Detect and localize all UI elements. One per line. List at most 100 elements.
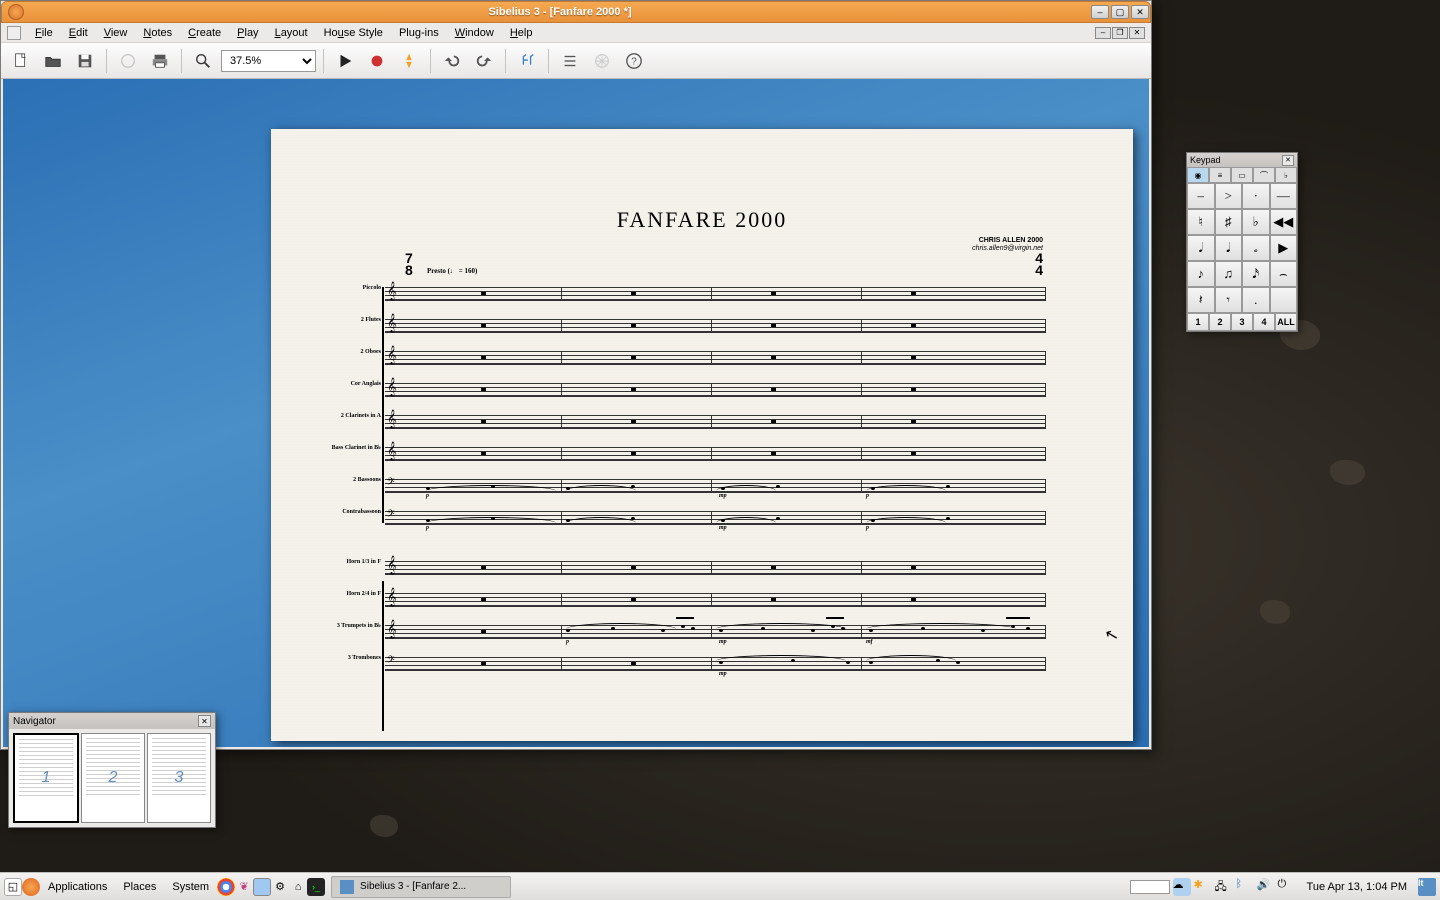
properties-button[interactable] <box>556 47 584 75</box>
panel-applications[interactable]: Applications <box>40 878 115 896</box>
staff-contrabassoon[interactable]: Contrabassoon𝄢 pmpp <box>331 503 1045 535</box>
keypad-tab-4[interactable]: ⌒ <box>1253 167 1275 182</box>
staff-piccolo[interactable]: Piccolo𝄞 <box>331 279 1045 311</box>
keypad-tie-button[interactable]: — <box>1270 183 1298 209</box>
menu-view[interactable]: View <box>96 25 136 41</box>
staff-bassoons[interactable]: 2 Bassoons𝄢 pmpp <box>331 471 1045 503</box>
keypad-flat-button[interactable]: ♭ <box>1242 209 1270 235</box>
keypad-tab-1[interactable]: ◉ <box>1187 167 1209 182</box>
maximize-button[interactable]: ▢ <box>1111 5 1129 19</box>
keypad-voice-all-button[interactable]: ALL <box>1275 313 1297 331</box>
keypad-rewind-button[interactable]: ◀◀ <box>1270 209 1298 235</box>
navigator-panel[interactable]: Navigator ✕ 1 2 3 <box>8 712 216 828</box>
menu-plugins[interactable]: Plug-ins <box>391 25 447 41</box>
close-button[interactable]: ✕ <box>1131 5 1149 19</box>
menu-help[interactable]: Help <box>502 25 541 41</box>
staff-cor-anglais[interactable]: Cor Anglais𝄞 <box>331 375 1045 407</box>
keypad-tenuto-button[interactable]: – <box>1187 183 1215 209</box>
tray-weather-icon[interactable]: ☁ <box>1173 878 1191 896</box>
tray-volume-icon[interactable]: 🔊 <box>1257 878 1275 896</box>
keypad-play-button[interactable]: ▶ <box>1270 235 1298 261</box>
terminal-launcher-icon[interactable]: ›_ <box>307 878 325 896</box>
help-button[interactable]: ? <box>620 47 648 75</box>
tray-user-icon[interactable]: It <box>1418 878 1436 896</box>
keypad-blank-button[interactable] <box>1270 287 1298 313</box>
keypad-whole-note-button[interactable]: 𝅗 <box>1242 235 1270 261</box>
show-desktop-icon[interactable]: ◱ <box>4 878 22 896</box>
keypad-accent-button[interactable]: > <box>1215 183 1243 209</box>
staff-trombones[interactable]: 3 Trombones𝄢 mp <box>331 649 1045 681</box>
menu-layout[interactable]: Layout <box>267 25 316 41</box>
score-page[interactable]: FANFARE 2000 CHRIS ALLEN 2000 chris.alle… <box>271 129 1133 741</box>
keypad-quarter-note-button[interactable]: 𝅘𝅥 <box>1187 235 1215 261</box>
staff-oboes[interactable]: 2 Oboes𝄞 <box>331 343 1045 375</box>
keypad-tab-2[interactable]: ≡ <box>1209 167 1231 182</box>
navigator-titlebar[interactable]: Navigator ✕ <box>9 713 215 729</box>
keypad-voice-3-button[interactable]: 3 <box>1231 313 1253 331</box>
panel-clock[interactable]: Tue Apr 13, 1:04 PM <box>1299 881 1415 893</box>
tray-power-icon[interactable]: ⏻ <box>1278 878 1296 896</box>
print-button[interactable] <box>146 47 174 75</box>
menu-file[interactable]: File <box>27 25 61 41</box>
record-button[interactable] <box>363 47 391 75</box>
save-button[interactable] <box>71 47 99 75</box>
menu-create[interactable]: Create <box>180 25 229 41</box>
export-button[interactable] <box>114 47 142 75</box>
open-button[interactable] <box>39 47 67 75</box>
tray-input-icon[interactable] <box>1130 880 1170 894</box>
wine-launcher-icon[interactable]: ❦ <box>235 878 253 896</box>
keypad-close-button[interactable]: ✕ <box>1282 155 1294 166</box>
keypad-panel[interactable]: Keypad ✕ ◉ ≡ ▭ ⌒ ♭ – > · — ♮ ♯ ♭ ◀◀ 𝅘𝅥 𝅘… <box>1186 152 1298 332</box>
menu-edit[interactable]: Edit <box>61 25 96 41</box>
chrome-launcher-icon[interactable] <box>217 878 235 896</box>
staff-horn24[interactable]: Horn 2/4 in F𝄞 <box>331 585 1045 617</box>
keypad-rest1-button[interactable]: 𝄽 <box>1187 287 1215 313</box>
undo-button[interactable] <box>438 47 466 75</box>
mdi-restore-button[interactable]: ❐ <box>1112 27 1128 39</box>
mdi-document-icon[interactable] <box>7 26 21 40</box>
navigator-page-1[interactable]: 1 <box>13 733 79 823</box>
staff-clarinets[interactable]: 2 Clarinets in A𝄞 <box>331 407 1045 439</box>
menu-window[interactable]: Window <box>447 25 502 41</box>
workspace-switcher-icon[interactable] <box>253 878 271 896</box>
menu-notes[interactable]: Notes <box>135 25 180 41</box>
flexi-time-button[interactable] <box>395 47 423 75</box>
navigator-page-3[interactable]: 3 <box>147 733 211 823</box>
staff-trumpets[interactable]: 3 Trumpets in B♭𝄞 pmpmf <box>331 617 1045 649</box>
staff-bass-clarinet[interactable]: Bass Clarinet in B♭𝄞 <box>331 439 1045 471</box>
keypad-rest2-button[interactable]: 𝄾 <box>1215 287 1243 313</box>
mdi-close-button[interactable]: ✕ <box>1129 27 1145 39</box>
keypad-natural-button[interactable]: ♮ <box>1187 209 1215 235</box>
keypad-dot-button[interactable]: . <box>1242 287 1270 313</box>
keypad-voice-4-button[interactable]: 4 <box>1253 313 1275 331</box>
keypad-tab-3[interactable]: ▭ <box>1231 167 1253 182</box>
taskbar-item-sibelius[interactable]: Sibelius 3 - [Fanfare 2... <box>331 876 511 898</box>
tray-bluetooth-icon[interactable]: ᛒ <box>1236 878 1254 896</box>
ubuntu-logo-icon[interactable] <box>22 878 40 896</box>
keypad-half-note-button[interactable]: 𝅘𝅥 <box>1215 235 1243 261</box>
home-launcher-icon[interactable]: ⌂ <box>289 878 307 896</box>
new-button[interactable] <box>7 47 35 75</box>
settings-launcher-icon[interactable]: ⚙ <box>271 878 289 896</box>
transpose-button[interactable] <box>513 47 541 75</box>
keypad-staccato-button[interactable]: · <box>1242 183 1270 209</box>
navigator-close-button[interactable]: ✕ <box>198 715 211 727</box>
zoom-select[interactable]: 37.5% <box>221 50 316 72</box>
redo-button[interactable] <box>470 47 498 75</box>
keypad-voice-1-button[interactable]: 1 <box>1187 313 1209 331</box>
keypad-sixteenth-note-button[interactable]: 𝅘𝅥𝅯 <box>1242 261 1270 287</box>
mdi-minimize-button[interactable]: – <box>1095 27 1111 39</box>
keypad-sharp-button[interactable]: ♯ <box>1215 209 1243 235</box>
keypad-eighth-note-button[interactable]: ♪ <box>1187 261 1215 287</box>
panel-system[interactable]: System <box>164 878 217 896</box>
tray-update-icon[interactable]: ✱ <box>1194 878 1212 896</box>
menu-play[interactable]: Play <box>229 25 266 41</box>
menu-house-style[interactable]: House Style <box>316 25 391 41</box>
keypad-beamed-notes-button[interactable]: ♫ <box>1215 261 1243 287</box>
keypad-voice-2-button[interactable]: 2 <box>1209 313 1231 331</box>
minimize-button[interactable]: – <box>1091 5 1109 19</box>
staff-horn13[interactable]: Horn 1/3 in F𝄞 <box>331 553 1045 585</box>
titlebar-close-left-icon[interactable] <box>8 4 24 20</box>
keypad-tab-5[interactable]: ♭ <box>1275 167 1297 182</box>
keypad-titlebar[interactable]: Keypad ✕ <box>1187 153 1297 167</box>
